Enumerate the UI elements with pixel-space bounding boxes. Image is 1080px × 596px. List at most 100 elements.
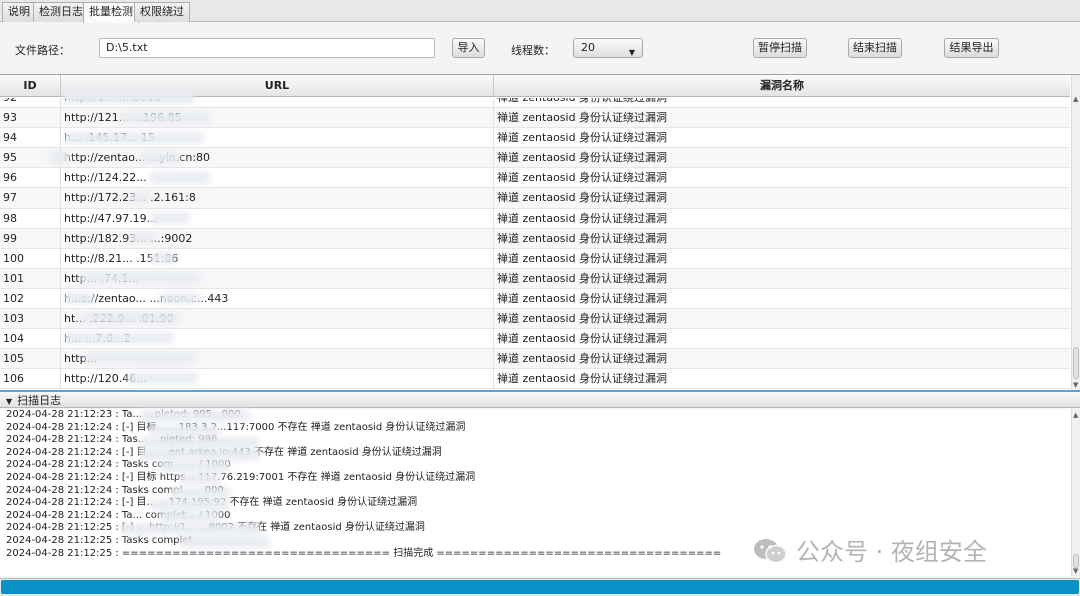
cell-id: 94 [0,128,61,149]
table-row[interactable]: 99 http://182.93... ...:9002 禅道 zentaosid … [0,228,1070,249]
redaction-blur [140,152,180,164]
scan-log-title: 扫描日志 [17,394,62,407]
cell-url: http://172.23... .2.161:8 [61,188,494,209]
table-scrollbar[interactable]: ▲ ▼ [1071,75,1080,390]
cell-id: 100 [0,248,61,269]
threads-select[interactable]: 20 ▼ [573,38,643,58]
redaction-blur [170,487,230,499]
table-row[interactable]: 97 http://172.23... .2.161:8 禅道 zentaosid … [0,188,1070,209]
cell-id: 106 [0,369,61,390]
redaction-blur [64,132,204,144]
cell-id: 96 [0,168,61,189]
redaction-blur [80,312,180,324]
redaction-blur [50,150,70,164]
chevron-down-icon: ▼ [628,48,635,57]
log-scrollbar-thumb[interactable] [1073,554,1079,568]
redaction-blur [128,372,198,384]
scroll-down-icon[interactable]: ▼ [1073,381,1078,389]
redaction-blur [120,523,260,535]
cell-vuln-name: 禅道 zentaosid 身份认证绕过漏洞 [497,291,668,305]
redaction-blur [85,352,195,364]
tab-instructions[interactable]: 说明 [2,2,36,22]
cell-id: 93 [0,108,61,129]
pause-scan-button[interactable]: 暂停扫描 [753,38,807,58]
redaction-blur [140,449,260,461]
file-path-label: 文件路径： [15,44,70,57]
redaction-blur [150,425,220,437]
cell-id: 101 [0,268,61,289]
redaction-blur [150,212,190,224]
tab-permission-bypass[interactable]: 权限绕过 [134,2,190,22]
column-header-vuln-name[interactable]: 漏洞名称 [494,75,1070,97]
threads-select-value: 20 [581,41,595,54]
scan-progress-bar [0,578,1080,596]
tab-detection-log[interactable]: 检测日志 [33,2,89,22]
cell-vuln-name: 禅道 zentaosid 身份认证绕过漏洞 [497,251,668,265]
scroll-up-icon[interactable]: ▲ [1073,95,1078,103]
log-scroll-down-icon[interactable]: ▼ [1073,567,1078,575]
redaction-blur [130,232,155,244]
cell-vuln-name: 禅道 zentaosid 身份认证绕过漏洞 [497,312,668,326]
scan-log-header[interactable]: ▼ 扫描日志 [0,390,1080,408]
threads-label: 线程数： [511,44,555,57]
cell-url: http://182.93... ...:9002 [61,228,494,249]
cell-url: http://120.46... [61,369,494,390]
redaction-blur [64,92,194,104]
cell-id: 102 [0,288,61,309]
log-line: 2024-04-28 21:12:24 : Tasks compl... ...… [6,484,224,496]
redaction-blur [160,511,220,523]
file-path-input[interactable]: D:\5.txt [99,38,435,58]
cell-vuln-name: 禅道 zentaosid 身份认证绕过漏洞 [497,111,668,125]
tab-batch-detection[interactable]: 批量检测 [83,2,139,23]
cell-vuln-name: 禅道 zentaosid 身份认证绕过漏洞 [497,332,668,346]
redaction-blur [160,292,200,304]
redaction-blur [64,332,174,344]
cell-url: h...s://zentao... ...noon.c...443 [61,288,494,309]
cell-vuln-name: 禅道 zentaosid 身份认证绕过漏洞 [497,211,668,225]
redaction-blur [150,499,230,511]
cell-url: http://47.97.19... [61,208,494,229]
redaction-blur [150,252,175,264]
import-button[interactable]: 导入 [452,38,485,58]
cell-id: 97 [0,188,61,209]
log-scroll-up-icon[interactable]: ▲ [1073,411,1078,419]
redaction-blur [180,536,270,548]
cell-id: 99 [0,228,61,249]
redaction-blur [140,437,260,449]
cell-url: http://8.21... .151:86 [61,248,494,269]
cell-vuln-name: 禅道 zentaosid 身份认证绕过漏洞 [497,171,668,185]
cell-id: 103 [0,309,61,330]
batch-toolbar: 文件路径： D:\5.txt 导入 线程数： 20 ▼ 暂停扫描 结束扫描 结果… [0,23,1080,73]
cell-vuln-name: 禅道 zentaosid 身份认证绕过漏洞 [497,271,668,285]
redaction-blur [130,192,150,204]
redaction-blur [140,410,250,422]
cell-vuln-name: 禅道 zentaosid 身份认证绕过漏洞 [497,352,668,366]
column-header-id[interactable]: ID [0,75,61,97]
stop-scan-button[interactable]: 结束扫描 [848,38,902,58]
tab-bar: 说明 检测日志 批量检测 权限绕过 [0,0,1080,23]
redaction-blur [180,473,220,485]
cell-vuln-name: 禅道 zentaosid 身份认证绕过漏洞 [497,231,668,245]
redaction-blur [80,272,200,284]
cell-id: 98 [0,208,61,229]
cell-id: 104 [0,329,61,350]
export-results-button[interactable]: 结果导出 [944,38,999,58]
progress-fill [1,580,1079,594]
collapse-triangle-icon[interactable]: ▼ [6,397,12,406]
cell-vuln-name: 禅道 zentaosid 身份认证绕过漏洞 [497,131,668,145]
cell-id: 105 [0,349,61,370]
cell-vuln-name: 禅道 zentaosid 身份认证绕过漏洞 [494,98,1070,108]
cell-id: 92 [0,98,61,108]
scrollbar-thumb[interactable] [1073,347,1079,379]
log-scrollbar[interactable]: ▲ ▼ [1071,409,1080,576]
cell-vuln-name: 禅道 zentaosid 身份认证绕过漏洞 [497,151,668,165]
cell-url: http://124.22... [61,168,494,189]
redaction-blur [150,172,210,184]
wechat-icon [754,539,787,564]
watermark-text: 公众号 · 夜组安全 [796,538,987,566]
redaction-blur [160,461,230,473]
log-line: 2024-04-28 21:12:24 : [-] 目标 https... 11… [6,471,476,483]
cell-url: http://zentao... ...yin.cn:80 [61,148,494,169]
cell-vuln-name: 禅道 zentaosid 身份认证绕过漏洞 [497,191,668,205]
redaction-blur [120,112,210,124]
